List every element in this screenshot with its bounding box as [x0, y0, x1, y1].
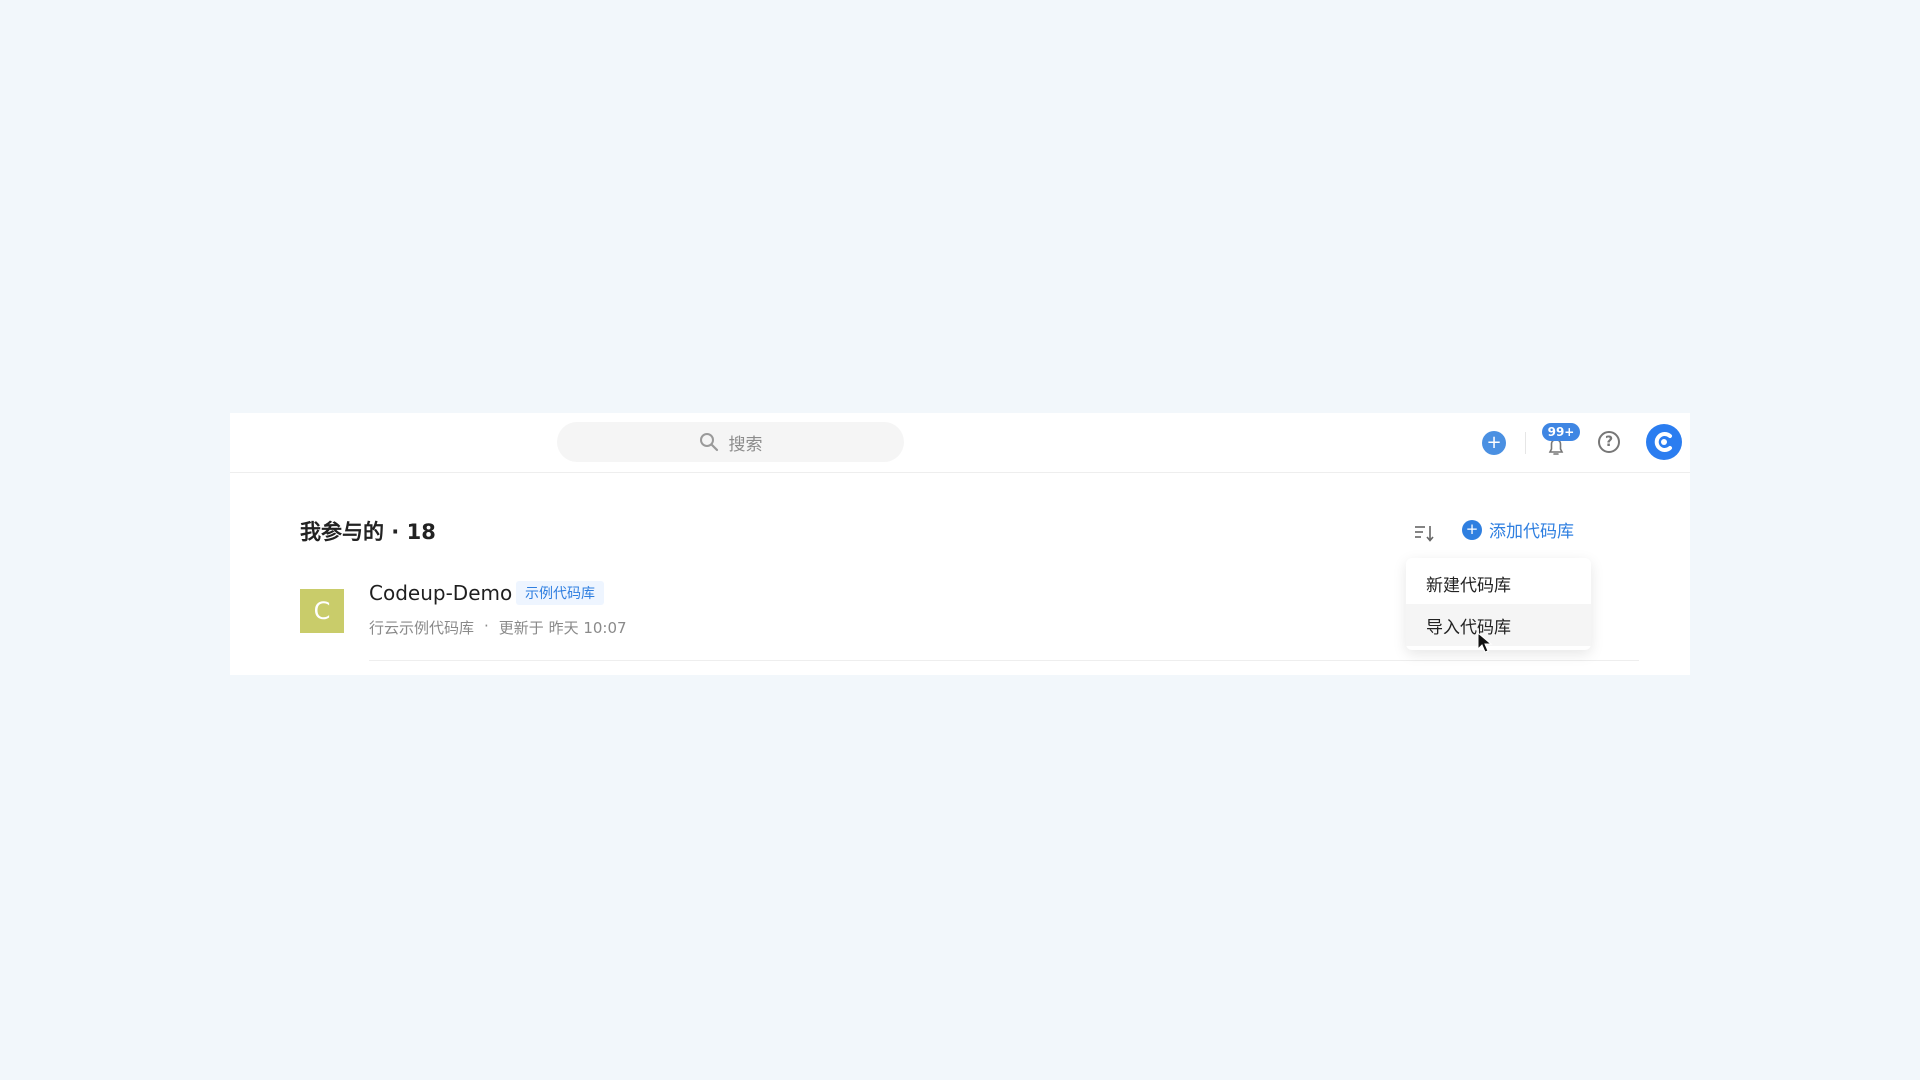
mouse-cursor-icon [1477, 632, 1493, 653]
row-divider [369, 660, 1639, 661]
create-plus-button[interactable]: + [1482, 431, 1506, 455]
repo-avatar[interactable]: C [300, 589, 344, 633]
repo-updated: 更新于 昨天 10:07 [498, 619, 627, 637]
repo-tag: 示例代码库 [516, 581, 604, 605]
help-button[interactable]: ? [1598, 431, 1620, 453]
top-bar: 搜索 + 99+ ? [230, 413, 1690, 473]
search-input[interactable]: 搜索 [557, 422, 904, 462]
repo-meta: 行云示例代码库 · 更新于 昨天 10:07 [369, 617, 627, 638]
add-repo-dropdown: 新建代码库 导入代码库 [1406, 558, 1591, 650]
plus-circle-icon: + [1462, 519, 1482, 540]
question-icon: ? [1604, 434, 1614, 450]
sort-icon[interactable] [1412, 521, 1436, 545]
add-repo-button[interactable]: + 添加代码库 [1462, 517, 1574, 542]
toolbar-divider [1525, 432, 1526, 454]
repo-panel: 搜索 + 99+ ? 我参与的 · 18 + 添加代码库 C Codeup-De… [230, 413, 1690, 675]
repo-name-link[interactable]: Codeup-Demo [369, 581, 512, 605]
repo-avatar-letter: C [313, 597, 331, 625]
notification-badge: 99+ [1542, 423, 1580, 441]
repo-meta-separator: · [484, 617, 489, 635]
menu-item-import-repo[interactable]: 导入代码库 [1406, 604, 1591, 646]
user-avatar[interactable] [1646, 424, 1682, 460]
user-avatar-logo [1654, 432, 1672, 452]
menu-item-new-repo[interactable]: 新建代码库 [1406, 562, 1591, 604]
repo-description: 行云示例代码库 [369, 619, 475, 637]
search-placeholder: 搜索 [728, 434, 763, 455]
plus-icon: + [1486, 432, 1502, 453]
add-repo-label: 添加代码库 [1489, 522, 1574, 542]
search-icon [699, 433, 718, 452]
page-title: 我参与的 · 18 [300, 520, 436, 544]
